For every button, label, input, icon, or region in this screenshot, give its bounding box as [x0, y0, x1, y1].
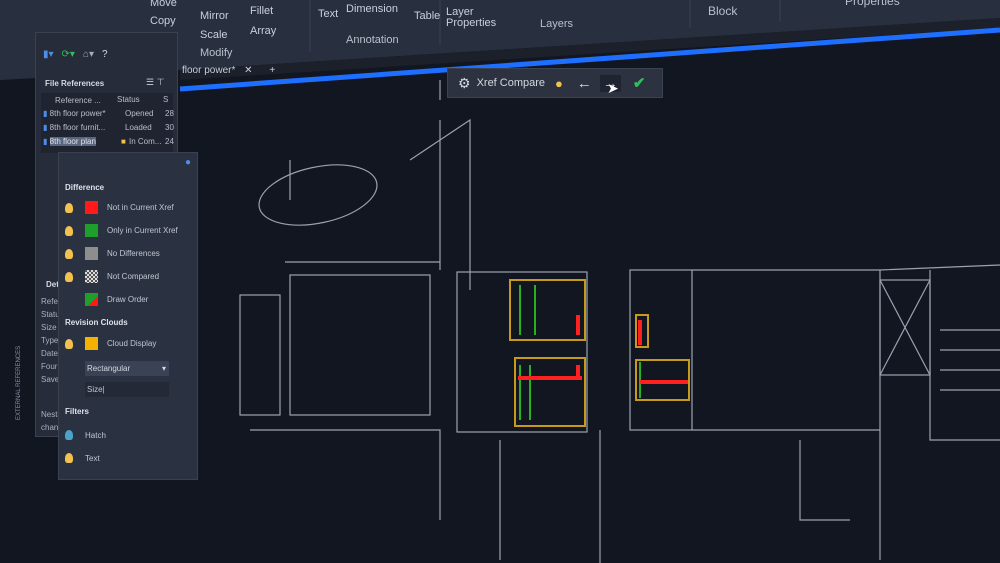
properties-panel-label[interactable]: Properties — [845, 0, 900, 8]
lightbulb-icon — [65, 272, 73, 282]
layer-properties-button[interactable]: Layer Properties — [446, 7, 496, 29]
legend-no-differences[interactable]: No Differences — [65, 247, 160, 260]
refresh-icon[interactable]: ⟳▾ — [62, 49, 75, 60]
filter-text[interactable]: Text — [65, 453, 100, 463]
lightbulb-icon — [65, 226, 73, 236]
pin-icon[interactable]: ● — [185, 157, 191, 168]
legend-only-in-current[interactable]: Only in Current Xref — [65, 224, 178, 237]
color-swatch — [85, 201, 98, 214]
block-panel-label[interactable]: Block — [708, 4, 737, 18]
table-row[interactable]: ▮ 8th floor furnit...Loaded30 — [43, 123, 173, 132]
copy-button[interactable]: Copy — [150, 15, 176, 27]
checker-swatch — [85, 270, 98, 283]
difference-heading: Difference — [65, 183, 104, 192]
draw-order-icon — [85, 293, 98, 306]
lightbulb-icon — [65, 339, 73, 349]
color-swatch — [85, 337, 98, 350]
attach-icon[interactable]: ▮▾ — [43, 49, 54, 60]
compare-highlights — [510, 280, 689, 426]
filter-hatch[interactable]: Hatch — [65, 430, 106, 440]
dimension-button[interactable]: Dimension — [346, 3, 398, 15]
checkmark-icon[interactable]: ✔ — [633, 74, 646, 92]
change-path-icon[interactable]: ⌂▾ — [83, 49, 94, 60]
file-references-title: File References — [45, 79, 104, 88]
xref-compare-settings-panel: ● Difference Not in Current Xref Only in… — [58, 152, 198, 480]
legend-not-compared[interactable]: Not Compared — [65, 270, 159, 283]
lightbulb-icon — [65, 249, 73, 259]
drawing-tab[interactable]: floor power* ✕ + — [182, 65, 275, 76]
scale-button[interactable]: Scale — [200, 29, 228, 41]
color-swatch — [85, 224, 98, 237]
palette-toolbar: ▮▾ ⟳▾ ⌂▾ ? — [43, 49, 108, 60]
table-row[interactable]: ▮ 8th floor plan■In Com...24 — [43, 137, 173, 146]
lightbulb-icon — [65, 203, 73, 213]
settings-gear-icon[interactable]: ⚙ — [458, 75, 471, 92]
xref-compare-toolbar: ⚙ Xref Compare ● ← → ✔ — [447, 68, 663, 98]
cloud-shape-select[interactable]: Rectangular▾ — [85, 361, 169, 376]
text-filter-icon — [65, 453, 73, 463]
column-reference[interactable]: Reference ... — [55, 96, 101, 105]
text-button[interactable]: Text — [318, 8, 338, 20]
add-tab-icon[interactable]: + — [269, 65, 275, 76]
modify-panel-label[interactable]: Modify — [200, 47, 232, 59]
list-view-icon[interactable]: ☰ ⊤ — [146, 77, 164, 88]
color-swatch — [85, 247, 98, 260]
table-button[interactable]: Table — [414, 10, 440, 22]
column-status[interactable]: Status — [117, 95, 140, 104]
move-button[interactable]: Move — [150, 0, 177, 9]
lightbulb-icon[interactable]: ● — [555, 76, 563, 91]
legend-draw-order[interactable]: Draw Order — [65, 293, 148, 306]
hatch-filter-icon — [65, 430, 73, 440]
cloud-size-input[interactable]: Size| — [85, 382, 169, 397]
details-header: Det — [46, 280, 59, 289]
mirror-button[interactable]: Mirror — [200, 10, 229, 22]
filters-heading: Filters — [65, 407, 89, 416]
mouse-cursor-icon: ➤ — [607, 80, 619, 97]
previous-arrow-icon[interactable]: ← — [577, 75, 592, 92]
legend-not-in-current[interactable]: Not in Current Xref — [65, 201, 174, 214]
annotation-panel-label[interactable]: Annotation — [346, 34, 399, 46]
tab-label: floor power* — [182, 65, 235, 76]
palette-side-label: EXTERNAL REFERENCES — [16, 346, 22, 420]
toolbar-title: Xref Compare — [477, 77, 545, 89]
column-size[interactable]: S — [163, 95, 168, 104]
fillet-button[interactable]: Fillet — [250, 5, 273, 17]
layers-panel-label[interactable]: Layers — [540, 18, 573, 30]
help-icon[interactable]: ? — [102, 49, 108, 60]
table-row[interactable]: ▮ 8th floor power*Opened28 — [43, 109, 173, 118]
cloud-display-toggle[interactable]: Cloud Display — [65, 337, 156, 350]
floor-plan — [240, 80, 1000, 563]
close-icon[interactable]: ✕ — [244, 65, 252, 76]
array-button[interactable]: Array — [250, 25, 276, 37]
revision-clouds-heading: Revision Clouds — [65, 318, 128, 327]
